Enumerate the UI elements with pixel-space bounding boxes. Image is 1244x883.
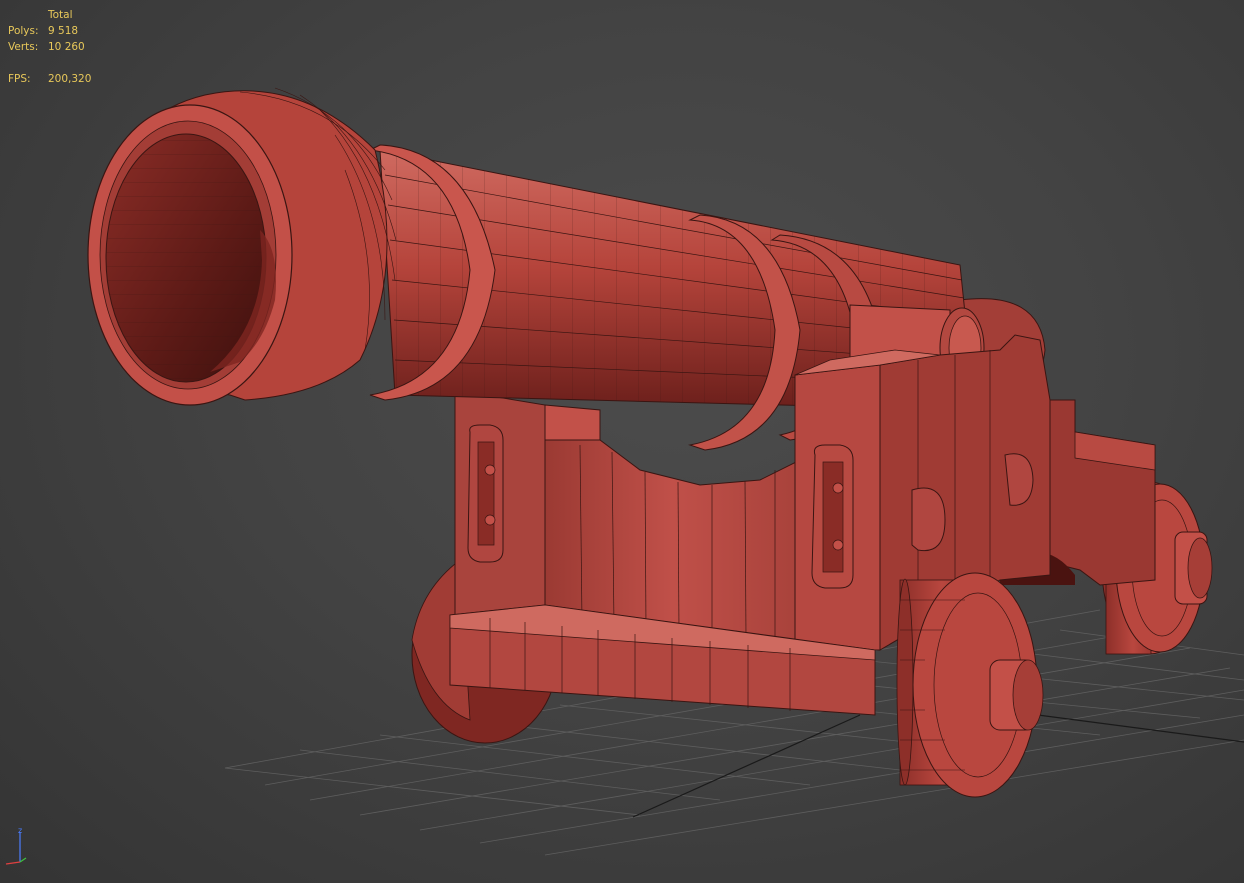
perspective-viewport[interactable]: Total Polys: 9 518 Verts: 10 260 FPS: 200,3… bbox=[0, 0, 1244, 883]
axis-z-label: z bbox=[18, 826, 23, 835]
axis-gizmo: z bbox=[6, 826, 28, 866]
front-right-wheel bbox=[896, 572, 1044, 798]
cannon-scene[interactable] bbox=[0, 0, 1244, 883]
